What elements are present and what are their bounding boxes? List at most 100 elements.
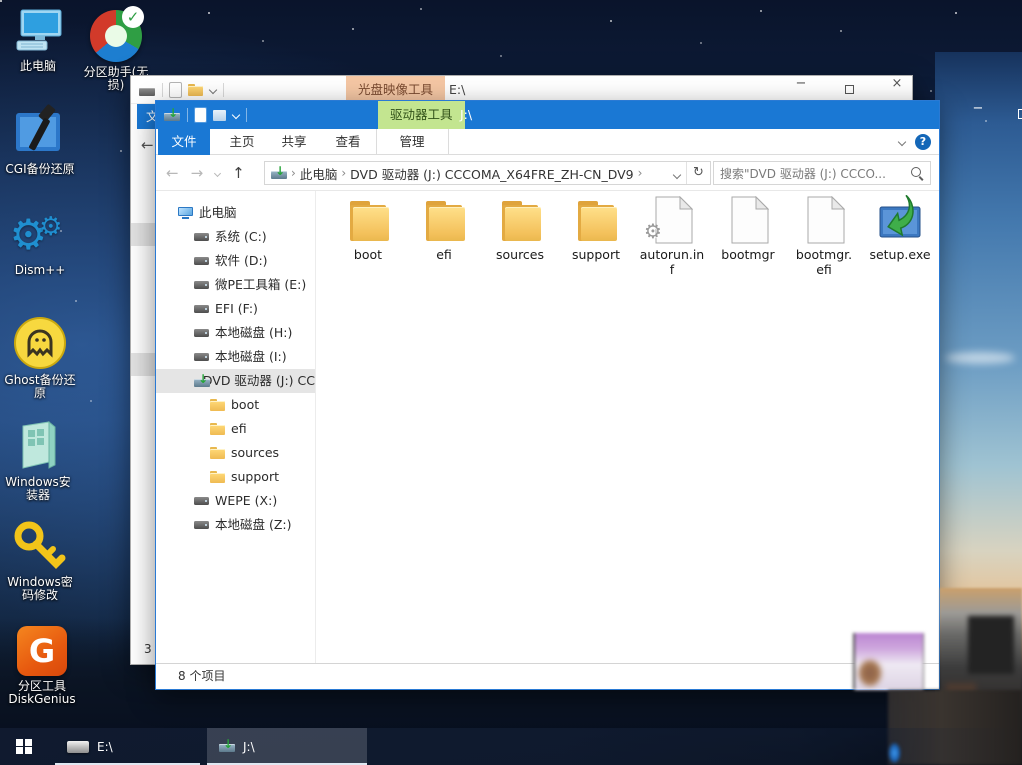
tab-file[interactable]: 文件	[158, 129, 210, 155]
forward-icon[interactable]: →	[191, 164, 204, 182]
dvd-drive-icon: ↓	[271, 168, 287, 179]
file-item-boot[interactable]: boot	[330, 195, 406, 262]
tab-group-divider	[376, 129, 377, 155]
start-button[interactable]	[0, 728, 48, 765]
search-placeholder: 搜索"DVD 驱动器 (J:) CCCO...	[720, 165, 910, 182]
file-item-sources[interactable]: sources	[482, 195, 558, 262]
nav-item-this-pc[interactable]: 此电脑	[156, 201, 315, 225]
nav-item-efi[interactable]: efi	[156, 417, 315, 441]
address-bar[interactable]: ↓ › 此电脑 › DVD 驱动器 (J:) CCCOMA_X64FRE_ZH-…	[264, 161, 711, 185]
file-item-setup-exe[interactable]: setup.exe	[862, 195, 938, 262]
nav-item-drive-i[interactable]: 本地磁盘 (I:)	[156, 345, 315, 369]
nav-item-sources[interactable]: sources	[156, 441, 315, 465]
tab-manage[interactable]: 管理	[390, 129, 434, 155]
separator	[246, 108, 247, 122]
properties-icon[interactable]	[213, 110, 226, 121]
document-icon	[731, 196, 769, 244]
document-icon	[807, 196, 845, 244]
taskbar-button-j-drive[interactable]: ↓ J:\	[207, 728, 367, 765]
bg-close-button[interactable]: ×	[875, 76, 919, 103]
breadcrumb-this-pc[interactable]: 此电脑	[300, 164, 338, 183]
nav-item-drive-d[interactable]: 软件 (D:)	[156, 249, 315, 273]
drive-icon	[194, 257, 209, 265]
refresh-icon[interactable]: ↻	[686, 162, 710, 184]
breadcrumb-separator: ›	[291, 166, 296, 180]
file-item-support[interactable]: support	[558, 195, 634, 262]
tab-share[interactable]: 共享	[274, 129, 314, 155]
bg-status-partial: 3	[144, 642, 152, 656]
partition-assistant-icon: ✓	[90, 10, 142, 62]
nav-item-dvd-drive-j[interactable]: ↓ DVD 驱动器 (J:) CC	[156, 369, 315, 393]
address-dropdown-icon[interactable]	[673, 170, 681, 178]
help-icon[interactable]: ?	[915, 134, 931, 150]
folder-icon[interactable]	[188, 84, 203, 96]
bg-back-icon[interactable]: ←	[141, 136, 154, 154]
separator	[187, 108, 188, 122]
folder-icon	[210, 471, 225, 483]
drive-icon	[194, 497, 209, 505]
bg-minimize-button[interactable]: −	[779, 76, 823, 103]
desktop-icon-dism[interactable]: ⚙⚙ Dism++	[0, 210, 95, 278]
nav-item-support[interactable]: support	[156, 465, 315, 489]
tab-view[interactable]: 查看	[328, 129, 368, 155]
setup-app-icon	[876, 195, 924, 245]
qat-dropdown-icon[interactable]	[232, 111, 240, 119]
file-item-bootmgr[interactable]: bootmgr	[710, 195, 786, 262]
desktop-icon-windows-installer[interactable]: Windows安 装器	[0, 418, 93, 503]
watermark-blur	[853, 633, 924, 690]
search-icon[interactable]	[910, 166, 924, 180]
search-box[interactable]: 搜索"DVD 驱动器 (J:) CCCO...	[713, 161, 931, 185]
breadcrumb-dvd-drive[interactable]: DVD 驱动器 (J:) CCCOMA_X64FRE_ZH-CN_DV9	[350, 164, 633, 183]
diskgenius-icon: G	[17, 626, 67, 676]
nav-item-drive-x[interactable]: WEPE (X:)	[156, 489, 315, 513]
file-item-autorun[interactable]: ⚙ autorun.inf	[634, 195, 710, 277]
tab-home[interactable]: 主页	[222, 129, 262, 155]
address-row: ← → ↑ ↓ › 此电脑 › DVD 驱动器 (J:) CCCOMA_X64F…	[156, 155, 939, 191]
drive-icon	[139, 85, 155, 96]
installer-box-icon	[13, 418, 63, 472]
desktop-icon-cgi-backup[interactable]: CGI备份还原	[0, 103, 95, 177]
drive-tools-label[interactable]: 驱动器工具	[378, 101, 465, 129]
bg-maximize-button[interactable]	[827, 76, 871, 103]
qat-dropdown-icon[interactable]	[209, 86, 217, 94]
navigation-pane[interactable]: 此电脑 系统 (C:) 软件 (D:) 微PE工具箱 (E:) EFI (F:)	[156, 191, 316, 665]
desktop-icon-windows-password[interactable]: Windows密 码修改	[0, 520, 95, 603]
fg-maximize-button[interactable]	[1001, 101, 1022, 129]
drive-icon	[194, 281, 209, 289]
history-dropdown-icon[interactable]	[214, 169, 221, 176]
ribbon-collapse-icon[interactable]	[898, 138, 906, 146]
this-pc-icon	[11, 8, 65, 56]
folder-icon	[498, 197, 542, 243]
nav-item-drive-e[interactable]: 微PE工具箱 (E:)	[156, 273, 315, 297]
desktop-icon-ghost-backup[interactable]: Ghost备份还 原	[0, 316, 95, 401]
gear-icon: ⚙	[644, 219, 662, 243]
fg-minimize-button[interactable]: −	[956, 101, 1000, 129]
drive-icon	[194, 353, 209, 361]
desktop-icon-diskgenius[interactable]: G 分区工具 DiskGenius	[0, 626, 97, 707]
file-list[interactable]: boot efi sources support	[317, 191, 940, 665]
file-item-bootmgr-efi[interactable]: bootmgr.efi	[786, 195, 862, 277]
fg-titlebar[interactable]: ↓ 驱动器工具 J:\ − ×	[156, 101, 939, 129]
nav-item-drive-z[interactable]: 本地磁盘 (Z:)	[156, 513, 315, 537]
file-item-efi[interactable]: efi	[406, 195, 482, 262]
nav-item-drive-f[interactable]: EFI (F:)	[156, 297, 315, 321]
new-item-icon[interactable]	[195, 108, 206, 122]
back-icon[interactable]: ←	[166, 164, 179, 182]
wallpaper-cloud	[945, 352, 1015, 364]
taskbar-button-e-drive[interactable]: E:\	[55, 728, 200, 765]
drive-icon	[194, 329, 209, 337]
folder-icon	[210, 447, 225, 459]
nav-item-drive-h[interactable]: 本地磁盘 (H:)	[156, 321, 315, 345]
check-badge-icon: ✓	[122, 6, 144, 28]
new-item-icon[interactable]	[170, 83, 181, 97]
explorer-window-j[interactable]: ↓ 驱动器工具 J:\ − × 文件 主页 共享 查看 管理 ?	[155, 100, 940, 690]
nav-item-drive-c[interactable]: 系统 (C:)	[156, 225, 315, 249]
folder-icon	[422, 197, 466, 243]
nav-item-boot[interactable]: boot	[156, 393, 315, 417]
status-bar: 8 个项目	[156, 663, 939, 689]
windows-logo-icon	[16, 739, 32, 755]
folder-icon	[210, 423, 225, 435]
taskbar[interactable]: E:\ ↓ J:\	[0, 728, 1022, 765]
up-icon[interactable]: ↑	[232, 164, 245, 182]
ghost-icon	[13, 316, 67, 370]
